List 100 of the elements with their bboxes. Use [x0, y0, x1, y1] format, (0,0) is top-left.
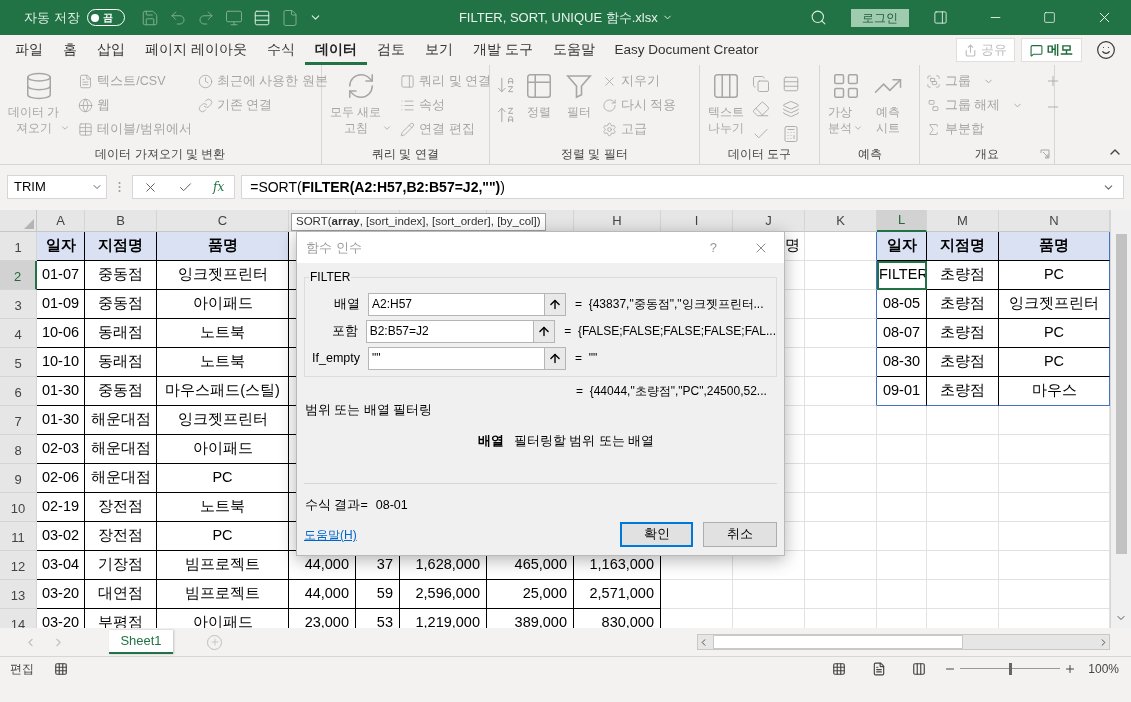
grid-cell	[927, 551, 999, 580]
row-header[interactable]: 2	[0, 261, 37, 290]
insert-function-button[interactable]: fx	[213, 178, 225, 196]
collapse-field-icon[interactable]	[544, 347, 565, 369]
redo-icon[interactable]	[196, 8, 215, 27]
normal-view-icon[interactable]	[832, 661, 847, 676]
login-button[interactable]: 로그인	[851, 8, 909, 27]
argument-field[interactable]: A2:H57	[368, 292, 566, 316]
screen-icon[interactable]	[224, 8, 243, 27]
group-label: 데이터 가져오기 및 변환	[95, 146, 226, 163]
share-icon	[964, 43, 977, 57]
table-cell-text: 노트북	[200, 323, 245, 343]
column-header[interactable]: N	[999, 210, 1110, 232]
table-cell-text: 465,000	[514, 555, 567, 575]
macro-record-icon[interactable]	[54, 661, 68, 676]
grid-cell	[877, 493, 927, 522]
menu-tab[interactable]: Easy Document Creator	[604, 35, 769, 65]
column-header[interactable]: M	[927, 210, 999, 232]
row-header[interactable]: 1	[0, 232, 37, 261]
table-cell-text: 장전점	[98, 526, 143, 546]
grid-cell	[733, 580, 805, 609]
scrollbar-thumb[interactable]	[1115, 234, 1127, 554]
menu-tab[interactable]: 파일	[5, 35, 53, 65]
file-icon[interactable]	[280, 8, 299, 27]
zoom-thumb[interactable]	[1009, 662, 1013, 675]
column-header[interactable]: H	[574, 210, 661, 232]
grid-cell	[927, 435, 999, 464]
table-cell-text: 2,596,000	[415, 584, 480, 604]
menu-tab[interactable]: 삽입	[87, 35, 135, 65]
ribbon-display-icon[interactable]	[933, 10, 948, 25]
table-cell-text: 1,163,000	[589, 555, 654, 575]
name-box[interactable]: TRIM	[7, 175, 107, 199]
menu-tab[interactable]: 수식	[256, 35, 305, 65]
page-layout-icon[interactable]	[872, 661, 887, 676]
table-cell-text: 02-03	[41, 439, 80, 459]
row-header[interactable]: 10	[0, 493, 37, 522]
argument-result: = {FALSE;FALSE;FALSE;FALSE;FAL...	[564, 323, 776, 340]
help-link[interactable]: 도움말(H)	[304, 525, 620, 544]
row-header[interactable]: 7	[0, 406, 37, 435]
table-icon	[78, 121, 94, 137]
header-cell-text: 일자	[45, 236, 76, 256]
column-header[interactable]: K	[805, 210, 877, 232]
column-header[interactable]: J	[733, 210, 805, 232]
row-header[interactable]: 12	[0, 551, 37, 580]
row-header[interactable]: 9	[0, 464, 37, 493]
column-header[interactable]: C	[157, 210, 289, 232]
group-label: 개요	[975, 146, 999, 163]
row-header[interactable]: 5	[0, 348, 37, 377]
column-header[interactable]: B	[85, 210, 157, 232]
table-cell-text: 기장점	[98, 555, 143, 575]
zoom-slider[interactable]	[960, 662, 1061, 675]
argument-result: = {43837,"중동점","잉크젯프린터...	[575, 296, 764, 313]
save-icon[interactable]	[140, 8, 159, 27]
grid-cell	[805, 406, 877, 435]
menu-tab[interactable]: 보기	[414, 35, 463, 65]
search-icon[interactable]	[810, 9, 827, 26]
row-header[interactable]: 11	[0, 522, 37, 551]
grid-cell	[805, 551, 877, 580]
row-header[interactable]: 14	[0, 609, 37, 628]
collapse-field-icon[interactable]	[533, 320, 555, 342]
table-cell-text: 10-10	[41, 352, 80, 372]
menu-tab[interactable]: 개발 도구	[462, 35, 543, 65]
column-header[interactable]: L	[877, 210, 927, 232]
row-header[interactable]: 6	[0, 377, 37, 406]
table-cell-text: 잉크젯프린터	[177, 410, 268, 430]
page-break-icon[interactable]	[912, 661, 927, 676]
cancel-button[interactable]: 취소	[703, 522, 777, 548]
smiley-icon[interactable]	[1096, 40, 1116, 60]
memo-button[interactable]: 메모	[1021, 38, 1082, 62]
scrollbar-thumb[interactable]	[713, 635, 963, 649]
menu-tab[interactable]: 홈	[53, 35, 87, 65]
menu-tab[interactable]: 도움말	[542, 35, 605, 65]
row-header[interactable]: 3	[0, 290, 37, 319]
sheet-tab[interactable]: Sheet1	[109, 630, 173, 654]
menu-tab[interactable]: 페이지 레이아웃	[135, 35, 257, 65]
select-all-corner[interactable]	[0, 210, 37, 232]
grid-cell	[877, 522, 927, 551]
column-header[interactable]: A	[37, 210, 85, 232]
maximize-icon[interactable]	[1043, 11, 1056, 24]
ok-button[interactable]: 확인	[620, 522, 693, 548]
collapse-field-icon[interactable]	[544, 293, 565, 315]
undo-icon[interactable]	[168, 8, 187, 27]
formula-result-label: 수식 결과=	[305, 496, 368, 514]
drag-handle-icon[interactable]	[118, 181, 121, 193]
argument-field[interactable]: B2:B57=J2	[365, 319, 556, 343]
row-header[interactable]: 4	[0, 319, 37, 348]
row-header[interactable]: 8	[0, 435, 37, 464]
rows-icon[interactable]	[252, 8, 271, 27]
argument-label: If_empty	[311, 349, 360, 367]
zoom-level[interactable]: 100%	[1088, 659, 1119, 678]
horizontal-scrollbar[interactable]	[697, 634, 1110, 650]
zoom-in-icon[interactable]	[1064, 662, 1077, 675]
argument-field[interactable]: ""	[368, 346, 566, 370]
table-cell-text: 동래점	[98, 323, 143, 343]
menu-tab[interactable]: 검토	[366, 35, 415, 65]
formula-field[interactable]: =SORT(FILTER(A2:H57,B2:B57=J2,""))	[241, 175, 1124, 199]
grid-cell	[877, 551, 927, 580]
column-header[interactable]: I	[661, 210, 733, 232]
table-cell-text: 02-19	[41, 497, 80, 517]
row-header[interactable]: 13	[0, 580, 37, 609]
